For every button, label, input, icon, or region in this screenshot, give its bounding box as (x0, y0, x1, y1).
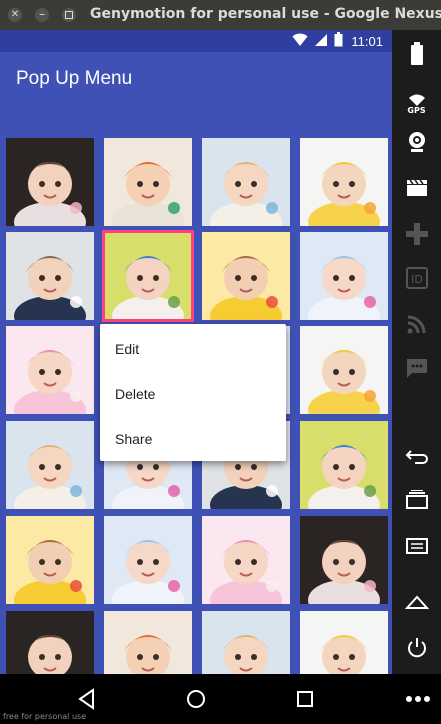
baby-photo-blue-hat[interactable] (300, 421, 388, 509)
baby-photo-flower-headband[interactable] (104, 516, 192, 604)
baby-photo-flower-headband[interactable] (300, 232, 388, 320)
baby-photo-bow[interactable] (6, 138, 94, 226)
battery-icon[interactable] (392, 36, 441, 72)
svg-text:ID: ID (411, 273, 423, 286)
nav-back-icon[interactable] (75, 687, 99, 711)
window-title: Genymotion for personal use - Google Nex… (90, 6, 441, 22)
more-options-icon[interactable] (404, 687, 430, 711)
dpad-icon[interactable] (392, 216, 441, 252)
baby-photo-flat-cap[interactable] (6, 232, 94, 320)
status-bar: 11:01 (0, 30, 392, 52)
baby-photo-easter-eggs[interactable] (6, 516, 94, 604)
status-time: 11:01 (351, 33, 383, 49)
baby-photo-easter-eggs[interactable] (202, 232, 290, 320)
menu-item-share[interactable]: Share (100, 417, 286, 462)
baby-photo-bunny-costume[interactable] (300, 611, 388, 674)
menu-icon[interactable] (392, 528, 441, 564)
device-id-icon[interactable]: ID (392, 260, 441, 296)
baby-photo-pink-outfit[interactable] (6, 326, 94, 414)
genymotion-toolbar: GPS ID (392, 30, 441, 674)
webcam-icon[interactable] (392, 124, 441, 160)
window-close-button[interactable]: ✕ (8, 8, 22, 22)
baby-photo-straw-hat[interactable] (6, 421, 94, 509)
window-title-bar: ✕ – Genymotion for personal use - Google… (0, 0, 441, 30)
baby-photo-bunny-costume[interactable] (300, 138, 388, 226)
app-bar: Pop Up Menu (0, 52, 392, 108)
app-title: Pop Up Menu (16, 68, 133, 89)
baby-photo-straw-hat[interactable] (202, 138, 290, 226)
recent-apps-icon[interactable] (392, 482, 441, 518)
wifi-icon (292, 32, 308, 51)
baby-photo-bow[interactable] (6, 611, 94, 674)
power-icon[interactable] (392, 630, 441, 666)
popup-menu: Edit Delete Share (100, 324, 286, 461)
sms-icon[interactable] (392, 350, 441, 386)
baby-photo-pink-outfit[interactable] (202, 516, 290, 604)
menu-item-delete[interactable]: Delete (100, 372, 286, 417)
baby-photo-striped-hat[interactable] (104, 611, 192, 674)
nav-recents-icon[interactable] (293, 687, 317, 711)
watermark-text: free for personal use (3, 712, 87, 721)
baby-photo-straw-hat[interactable] (202, 611, 290, 674)
video-capture-icon[interactable] (392, 170, 441, 206)
baby-photo-striped-hat[interactable] (104, 138, 192, 226)
cast-icon[interactable] (392, 306, 441, 342)
signal-icon (314, 32, 328, 51)
battery-status-icon (334, 31, 343, 51)
baby-photo-bunny-costume[interactable] (300, 326, 388, 414)
back-icon[interactable] (392, 438, 441, 474)
window-maximize-button[interactable] (62, 8, 76, 22)
window-minimize-button[interactable]: – (35, 8, 49, 22)
baby-photo-blue-hat[interactable] (102, 230, 194, 322)
device-screen: 11:01 Pop Up Menu Edit Delete Share (0, 30, 392, 674)
nav-home-icon[interactable] (184, 687, 208, 711)
gps-icon[interactable]: GPS (392, 82, 441, 118)
baby-photo-smiling[interactable] (300, 516, 388, 604)
menu-item-edit[interactable]: Edit (100, 327, 286, 372)
home-icon[interactable] (392, 584, 441, 620)
